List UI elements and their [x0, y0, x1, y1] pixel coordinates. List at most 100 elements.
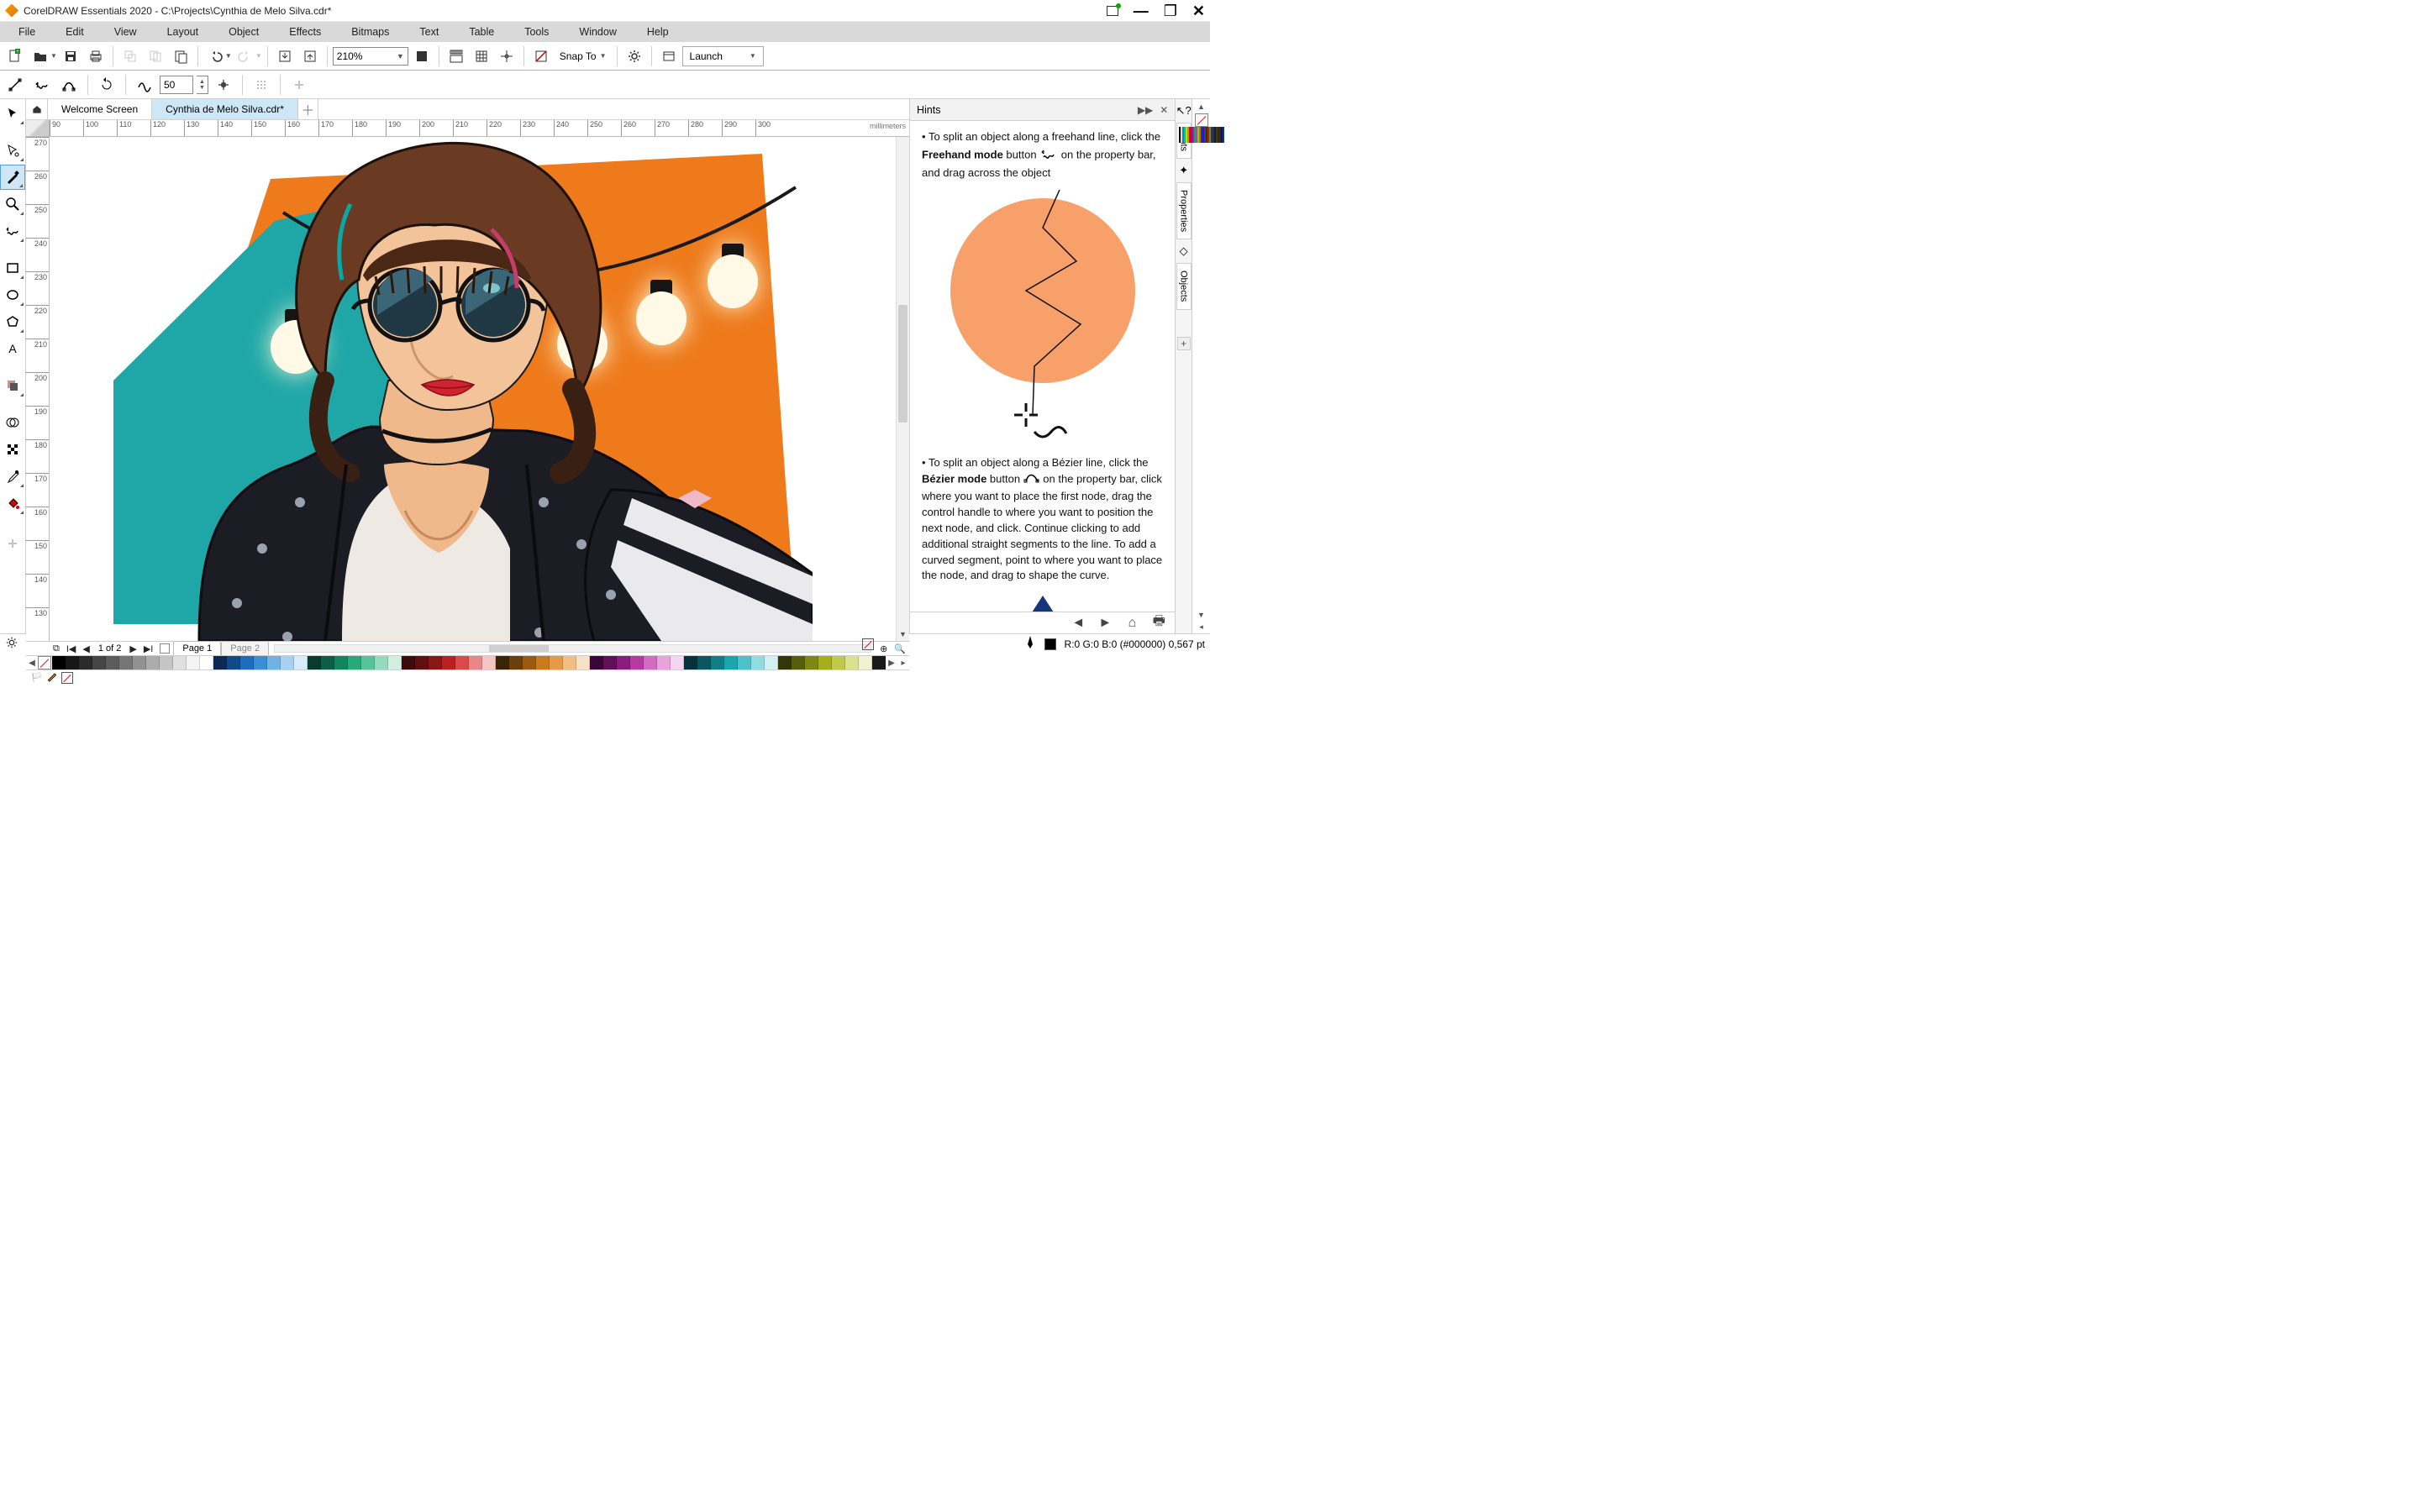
show-guides-button[interactable] [495, 45, 518, 68]
zoom-level-combo[interactable]: 210% ▼ [333, 47, 408, 66]
bezier-mode-button[interactable] [57, 73, 81, 97]
color-swatch[interactable] [590, 656, 603, 669]
snap-off-button[interactable] [529, 45, 553, 68]
color-swatch[interactable] [334, 656, 348, 669]
canvas[interactable]: ▼ [50, 137, 909, 641]
palette-scroll-left[interactable]: ◀ [26, 659, 38, 668]
color-swatch[interactable] [859, 656, 872, 669]
color-swatch[interactable] [375, 656, 388, 669]
menu-help[interactable]: Help [632, 24, 684, 40]
color-swatch[interactable] [872, 656, 886, 669]
hints-home-button[interactable]: ⌂ [1123, 616, 1141, 631]
color-swatch[interactable] [536, 656, 550, 669]
color-swatch[interactable] [482, 656, 496, 669]
outline-swatch[interactable] [1044, 638, 1056, 650]
color-swatch[interactable] [523, 656, 536, 669]
color-swatch[interactable] [173, 656, 187, 669]
vertical-scrollbar[interactable]: ▼ [896, 137, 909, 641]
color-swatch[interactable] [697, 656, 711, 669]
docker-tab-objects[interactable]: Objects [1176, 263, 1192, 309]
toolbox-add-button[interactable] [0, 531, 25, 556]
add-page-button[interactable] [160, 643, 170, 654]
color-swatch[interactable] [388, 656, 402, 669]
properties-icon[interactable]: ✦ [1179, 164, 1188, 177]
color-swatch[interactable] [832, 656, 845, 669]
save-button[interactable] [59, 45, 82, 68]
show-grid-button[interactable] [470, 45, 493, 68]
prev-page-button[interactable]: ◀ [79, 643, 92, 654]
color-swatch[interactable] [845, 656, 859, 669]
hints-print-button[interactable]: 🖶 [1150, 612, 1168, 634]
scroll-down-icon[interactable]: ▼ [897, 627, 909, 641]
freehand-smoothing-spinner[interactable]: ▲▼ [197, 76, 208, 94]
color-swatch[interactable] [778, 656, 792, 669]
rectangle-tool[interactable] [0, 255, 25, 281]
color-swatch[interactable] [106, 656, 119, 669]
next-page-button[interactable]: ▶ [126, 643, 139, 654]
zoom-navigator-icon[interactable]: 🔍 [891, 643, 909, 654]
show-rulers-button[interactable] [445, 45, 468, 68]
options-button[interactable] [623, 45, 646, 68]
color-swatch[interactable] [576, 656, 590, 669]
freehand-smoothing-input[interactable]: 50 [160, 76, 193, 94]
zoom-tool[interactable] [0, 192, 25, 217]
import-button[interactable] [273, 45, 297, 68]
color-swatch[interactable] [751, 656, 765, 669]
color-swatch[interactable] [711, 656, 724, 669]
pen-icon[interactable] [1024, 636, 1036, 652]
menu-effects[interactable]: Effects [274, 24, 336, 40]
color-swatch[interactable] [119, 656, 133, 669]
color-swatch[interactable] [254, 656, 267, 669]
palette-scroll-right[interactable]: ▶ [886, 659, 897, 668]
color-swatch[interactable] [240, 656, 254, 669]
color-swatch[interactable] [294, 656, 308, 669]
quick-customize-button[interactable] [250, 73, 273, 97]
launch-combo[interactable]: Launch ▼ [682, 46, 764, 66]
color-swatch[interactable] [415, 656, 429, 669]
hints-pointer-icon[interactable]: ↖? [1176, 104, 1192, 118]
pattern-tool[interactable] [0, 437, 25, 462]
ellipse-tool[interactable] [0, 282, 25, 307]
new-tab-button[interactable]: ＋ [298, 99, 318, 119]
undo-button[interactable] [203, 45, 227, 68]
color-swatch[interactable] [671, 656, 684, 669]
fill-tool[interactable] [0, 491, 25, 516]
copy-button[interactable] [144, 45, 167, 68]
color-swatch[interactable] [348, 656, 361, 669]
menu-table[interactable]: Table [454, 24, 509, 40]
color-swatch[interactable] [267, 656, 281, 669]
horizontal-scroll-thumb[interactable] [489, 645, 549, 652]
tab-document[interactable]: Cynthia de Melo Silva.cdr* [152, 99, 298, 119]
menu-file[interactable]: File [3, 24, 50, 40]
color-swatch[interactable] [79, 656, 92, 669]
no-fill-icon[interactable] [61, 672, 73, 684]
menu-object[interactable]: Object [213, 24, 274, 40]
transparency-tool[interactable] [0, 410, 25, 435]
color-swatch[interactable] [92, 656, 106, 669]
launcher-icon[interactable] [657, 45, 681, 68]
paste-button[interactable] [169, 45, 192, 68]
menu-view[interactable]: View [99, 24, 152, 40]
hints-forward-button[interactable]: ► [1096, 616, 1114, 631]
fill-none-swatch[interactable] [862, 638, 874, 650]
two-point-line-mode-button[interactable] [3, 73, 27, 97]
drop-shadow-tool[interactable] [0, 373, 25, 398]
color-swatch[interactable] [281, 656, 294, 669]
quick-view-icon[interactable]: ⧉ [50, 643, 63, 654]
color-swatch[interactable] [792, 656, 805, 669]
ruler-origin[interactable] [26, 120, 50, 137]
color-swatch[interactable] [455, 656, 469, 669]
menu-bitmaps[interactable]: Bitmaps [336, 24, 404, 40]
color-swatch[interactable] [469, 656, 482, 669]
color-swatch[interactable] [630, 656, 644, 669]
add-icon[interactable]: ⊕ [876, 643, 891, 654]
palette-scroll-up[interactable]: ▲ [1196, 101, 1207, 113]
color-swatch[interactable] [200, 656, 213, 669]
color-swatch[interactable] [52, 656, 66, 669]
redo-button[interactable] [234, 45, 257, 68]
fullscreen-preview-button[interactable] [410, 45, 434, 68]
color-swatch[interactable] [321, 656, 334, 669]
maximize-button[interactable]: ❐ [1164, 3, 1177, 18]
home-tab[interactable] [26, 99, 48, 119]
color-swatch[interactable] [738, 656, 751, 669]
